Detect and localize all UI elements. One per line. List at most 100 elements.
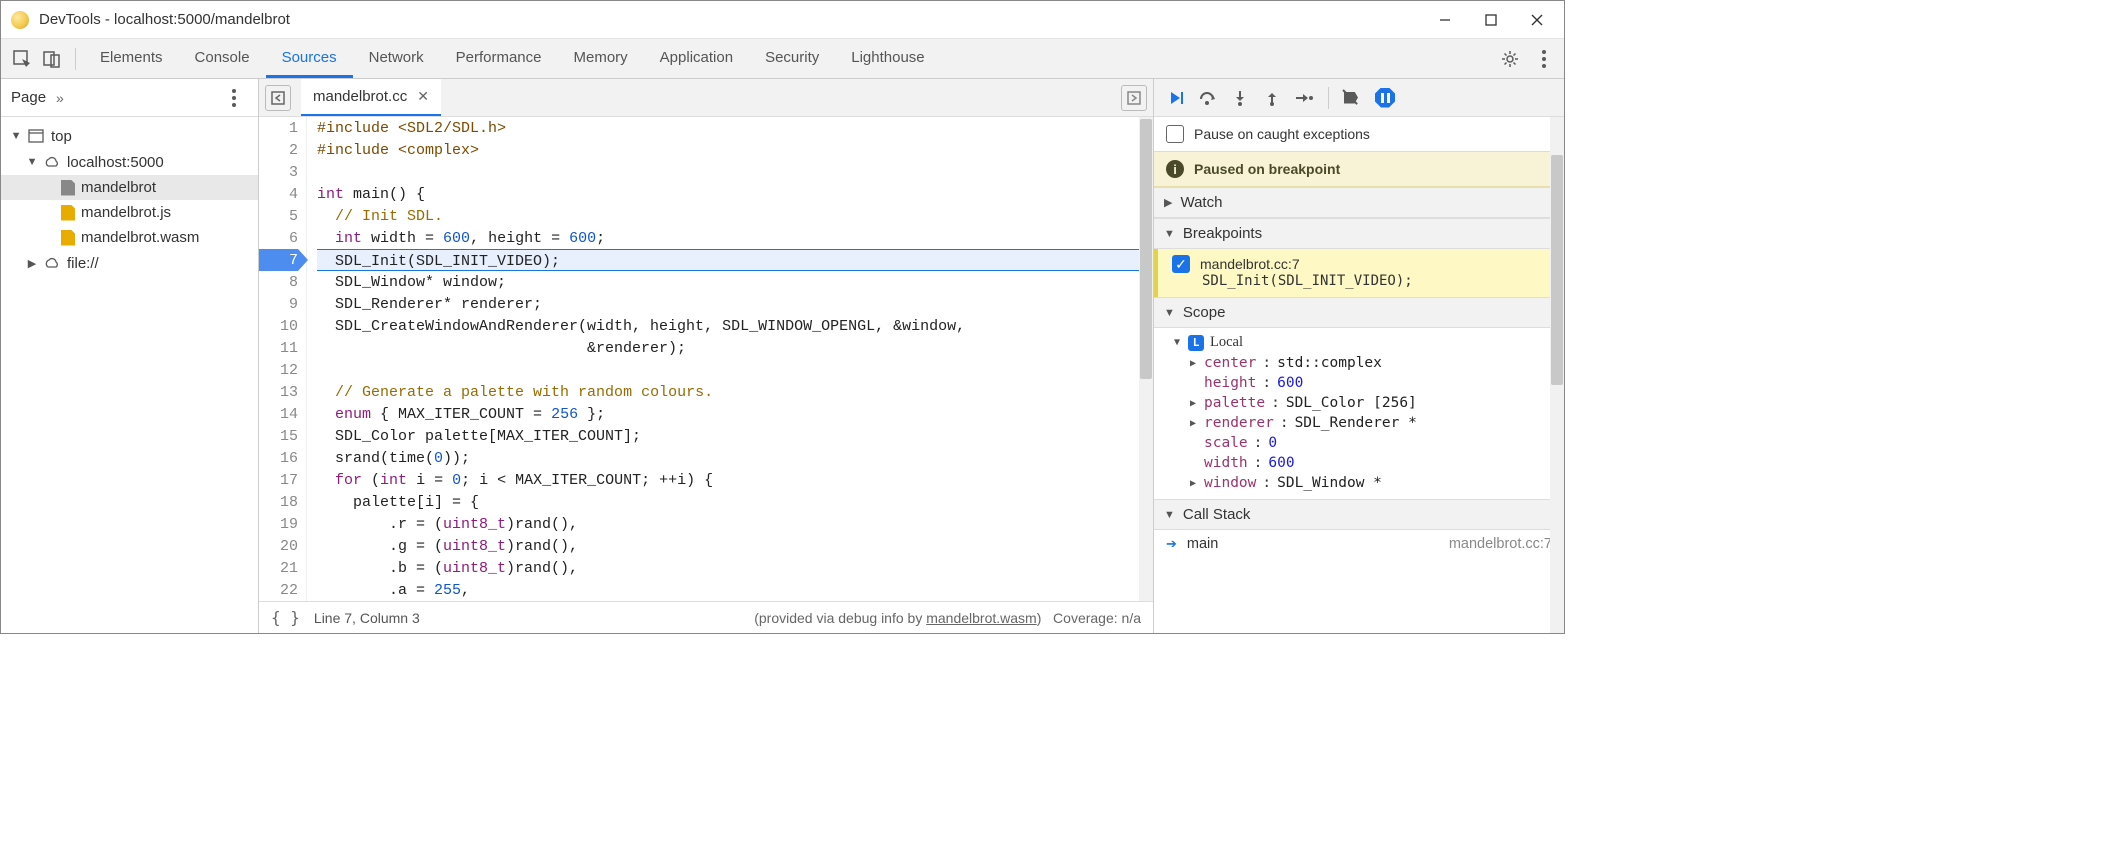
tree-file-mandelbrot-js[interactable]: mandelbrot.js: [1, 200, 258, 225]
navigator-tab-page[interactable]: Page: [11, 89, 46, 106]
expand-icon[interactable]: ▼: [11, 130, 21, 142]
more-menu-icon[interactable]: [1530, 45, 1558, 73]
tab-sources[interactable]: Sources: [266, 39, 353, 78]
pretty-print-icon[interactable]: { }: [271, 608, 300, 627]
step-over-button[interactable]: [1194, 84, 1222, 112]
debugger-panel: Pause on caught exceptions i Paused on b…: [1154, 79, 1564, 633]
tree-file-mandelbrot-wasm[interactable]: mandelbrot.wasm: [1, 225, 258, 250]
expand-icon[interactable]: ▼: [1164, 228, 1175, 240]
info-icon: i: [1166, 160, 1184, 178]
panel-tabs: Elements Console Sources Network Perform…: [84, 39, 941, 78]
callstack-section-header[interactable]: ▼ Call Stack: [1154, 499, 1564, 530]
navigator-more-tabs-icon[interactable]: »: [56, 90, 64, 106]
var-name: height: [1204, 375, 1256, 391]
breakpoint-label: mandelbrot.cc:7: [1200, 256, 1300, 272]
editor-scrollbar[interactable]: [1139, 117, 1153, 601]
breakpoints-section-header[interactable]: ▼ Breakpoints: [1154, 218, 1564, 249]
separator: [75, 48, 76, 70]
pause-on-exceptions-button[interactable]: [1371, 84, 1399, 112]
scope-variable[interactable]: height: 600: [1154, 373, 1564, 393]
tab-console[interactable]: Console: [179, 39, 266, 78]
scope-variable[interactable]: ▶center: std::complex: [1154, 353, 1564, 373]
step-out-button[interactable]: [1258, 84, 1286, 112]
expand-icon[interactable]: ▶: [1164, 196, 1172, 209]
provided-suffix: ): [1037, 610, 1042, 626]
step-button[interactable]: [1290, 84, 1318, 112]
var-name: width: [1204, 455, 1248, 471]
scope-variable[interactable]: ▶palette: SDL_Color [256]: [1154, 393, 1564, 413]
expand-icon[interactable]: ▼: [27, 156, 37, 168]
tab-application[interactable]: Application: [644, 39, 749, 78]
var-name: renderer: [1204, 415, 1274, 431]
run-snippet-icon[interactable]: [1121, 85, 1147, 111]
tree-file-mandelbrot[interactable]: mandelbrot: [1, 175, 258, 200]
expand-icon[interactable]: ▶: [1188, 398, 1198, 409]
scope-variable[interactable]: width: 600: [1154, 453, 1564, 473]
tree-file-proto[interactable]: ▶ file://: [1, 250, 258, 276]
tree-host[interactable]: ▼ localhost:5000: [1, 149, 258, 175]
close-tab-icon[interactable]: ✕: [417, 88, 429, 105]
tab-lighthouse[interactable]: Lighthouse: [835, 39, 940, 78]
var-name: center: [1204, 355, 1256, 371]
debugger-scrollbar[interactable]: [1550, 117, 1564, 633]
paused-banner: i Paused on breakpoint: [1154, 151, 1564, 187]
step-into-button[interactable]: [1226, 84, 1254, 112]
deactivate-breakpoints-button[interactable]: [1339, 84, 1367, 112]
expand-icon[interactable]: ▼: [1164, 307, 1175, 319]
tab-performance[interactable]: Performance: [440, 39, 558, 78]
file-tree: ▼ top ▼ localhost:5000 mandelbrot: [1, 117, 258, 282]
scroll-thumb[interactable]: [1551, 155, 1563, 385]
section-label: Breakpoints: [1183, 225, 1262, 242]
pause-on-caught-checkbox[interactable]: [1166, 125, 1184, 143]
scope-variable[interactable]: ▶renderer: SDL_Renderer *: [1154, 413, 1564, 433]
expand-icon[interactable]: ▶: [1188, 358, 1198, 369]
scope-section-header[interactable]: ▼ Scope: [1154, 297, 1564, 328]
tree-top[interactable]: ▼ top: [1, 123, 258, 149]
expand-icon[interactable]: ▼: [1164, 509, 1175, 521]
tab-security[interactable]: Security: [749, 39, 835, 78]
code-content[interactable]: #include <SDL2/SDL.h>#include <complex>i…: [307, 117, 1153, 601]
window-maximize-button[interactable]: [1468, 5, 1514, 35]
breakpoint-item[interactable]: ✓ mandelbrot.cc:7 SDL_Init(SDL_INIT_VIDE…: [1154, 249, 1564, 297]
expand-icon[interactable]: ▶: [1188, 418, 1198, 429]
line-gutter[interactable]: 12345678910111213141516171819202122: [259, 117, 307, 601]
inspect-element-icon[interactable]: [7, 44, 37, 74]
navigate-back-icon[interactable]: [265, 85, 291, 111]
var-name: palette: [1204, 395, 1265, 411]
tab-network[interactable]: Network: [353, 39, 440, 78]
navigator-header: Page »: [1, 79, 258, 117]
provided-link[interactable]: mandelbrot.wasm: [926, 610, 1037, 626]
debugger-controls: [1154, 79, 1564, 117]
pause-on-caught-row[interactable]: Pause on caught exceptions: [1154, 117, 1564, 151]
scroll-thumb[interactable]: [1140, 119, 1152, 379]
expand-icon[interactable]: [1188, 438, 1198, 449]
navigator-menu-icon[interactable]: [220, 84, 248, 112]
device-toolbar-icon[interactable]: [37, 44, 67, 74]
editor-file-tab[interactable]: mandelbrot.cc ✕: [301, 79, 441, 116]
window-icon: [27, 127, 45, 145]
debugger-content: Pause on caught exceptions i Paused on b…: [1154, 117, 1564, 633]
expand-icon[interactable]: [1188, 458, 1198, 469]
expand-icon[interactable]: [1188, 378, 1198, 389]
cloud-icon: [43, 153, 61, 171]
breakpoint-checkbox[interactable]: ✓: [1172, 255, 1190, 273]
resume-button[interactable]: [1162, 84, 1190, 112]
watch-section-header[interactable]: ▶ Watch: [1154, 187, 1564, 218]
devtools-favicon-icon: [11, 11, 29, 29]
tab-elements[interactable]: Elements: [84, 39, 179, 78]
window-minimize-button[interactable]: [1422, 5, 1468, 35]
expand-icon[interactable]: ▶: [1188, 478, 1198, 489]
window-title: DevTools - localhost:5000/mandelbrot: [39, 11, 1422, 28]
scope-local-group[interactable]: ▼ L Local: [1154, 332, 1564, 353]
cloud-icon: [43, 254, 61, 272]
expand-icon[interactable]: ▶: [27, 257, 37, 270]
scope-variable[interactable]: ▶window: SDL_Window *: [1154, 473, 1564, 493]
code-area[interactable]: 12345678910111213141516171819202122 #inc…: [259, 117, 1153, 601]
callstack-frame[interactable]: ➔ main mandelbrot.cc:7: [1154, 530, 1564, 558]
paused-banner-text: Paused on breakpoint: [1194, 161, 1340, 177]
scope-variable[interactable]: scale: 0: [1154, 433, 1564, 453]
tab-memory[interactable]: Memory: [558, 39, 644, 78]
section-label: Watch: [1180, 194, 1222, 211]
settings-gear-icon[interactable]: [1496, 45, 1524, 73]
window-close-button[interactable]: [1514, 5, 1560, 35]
